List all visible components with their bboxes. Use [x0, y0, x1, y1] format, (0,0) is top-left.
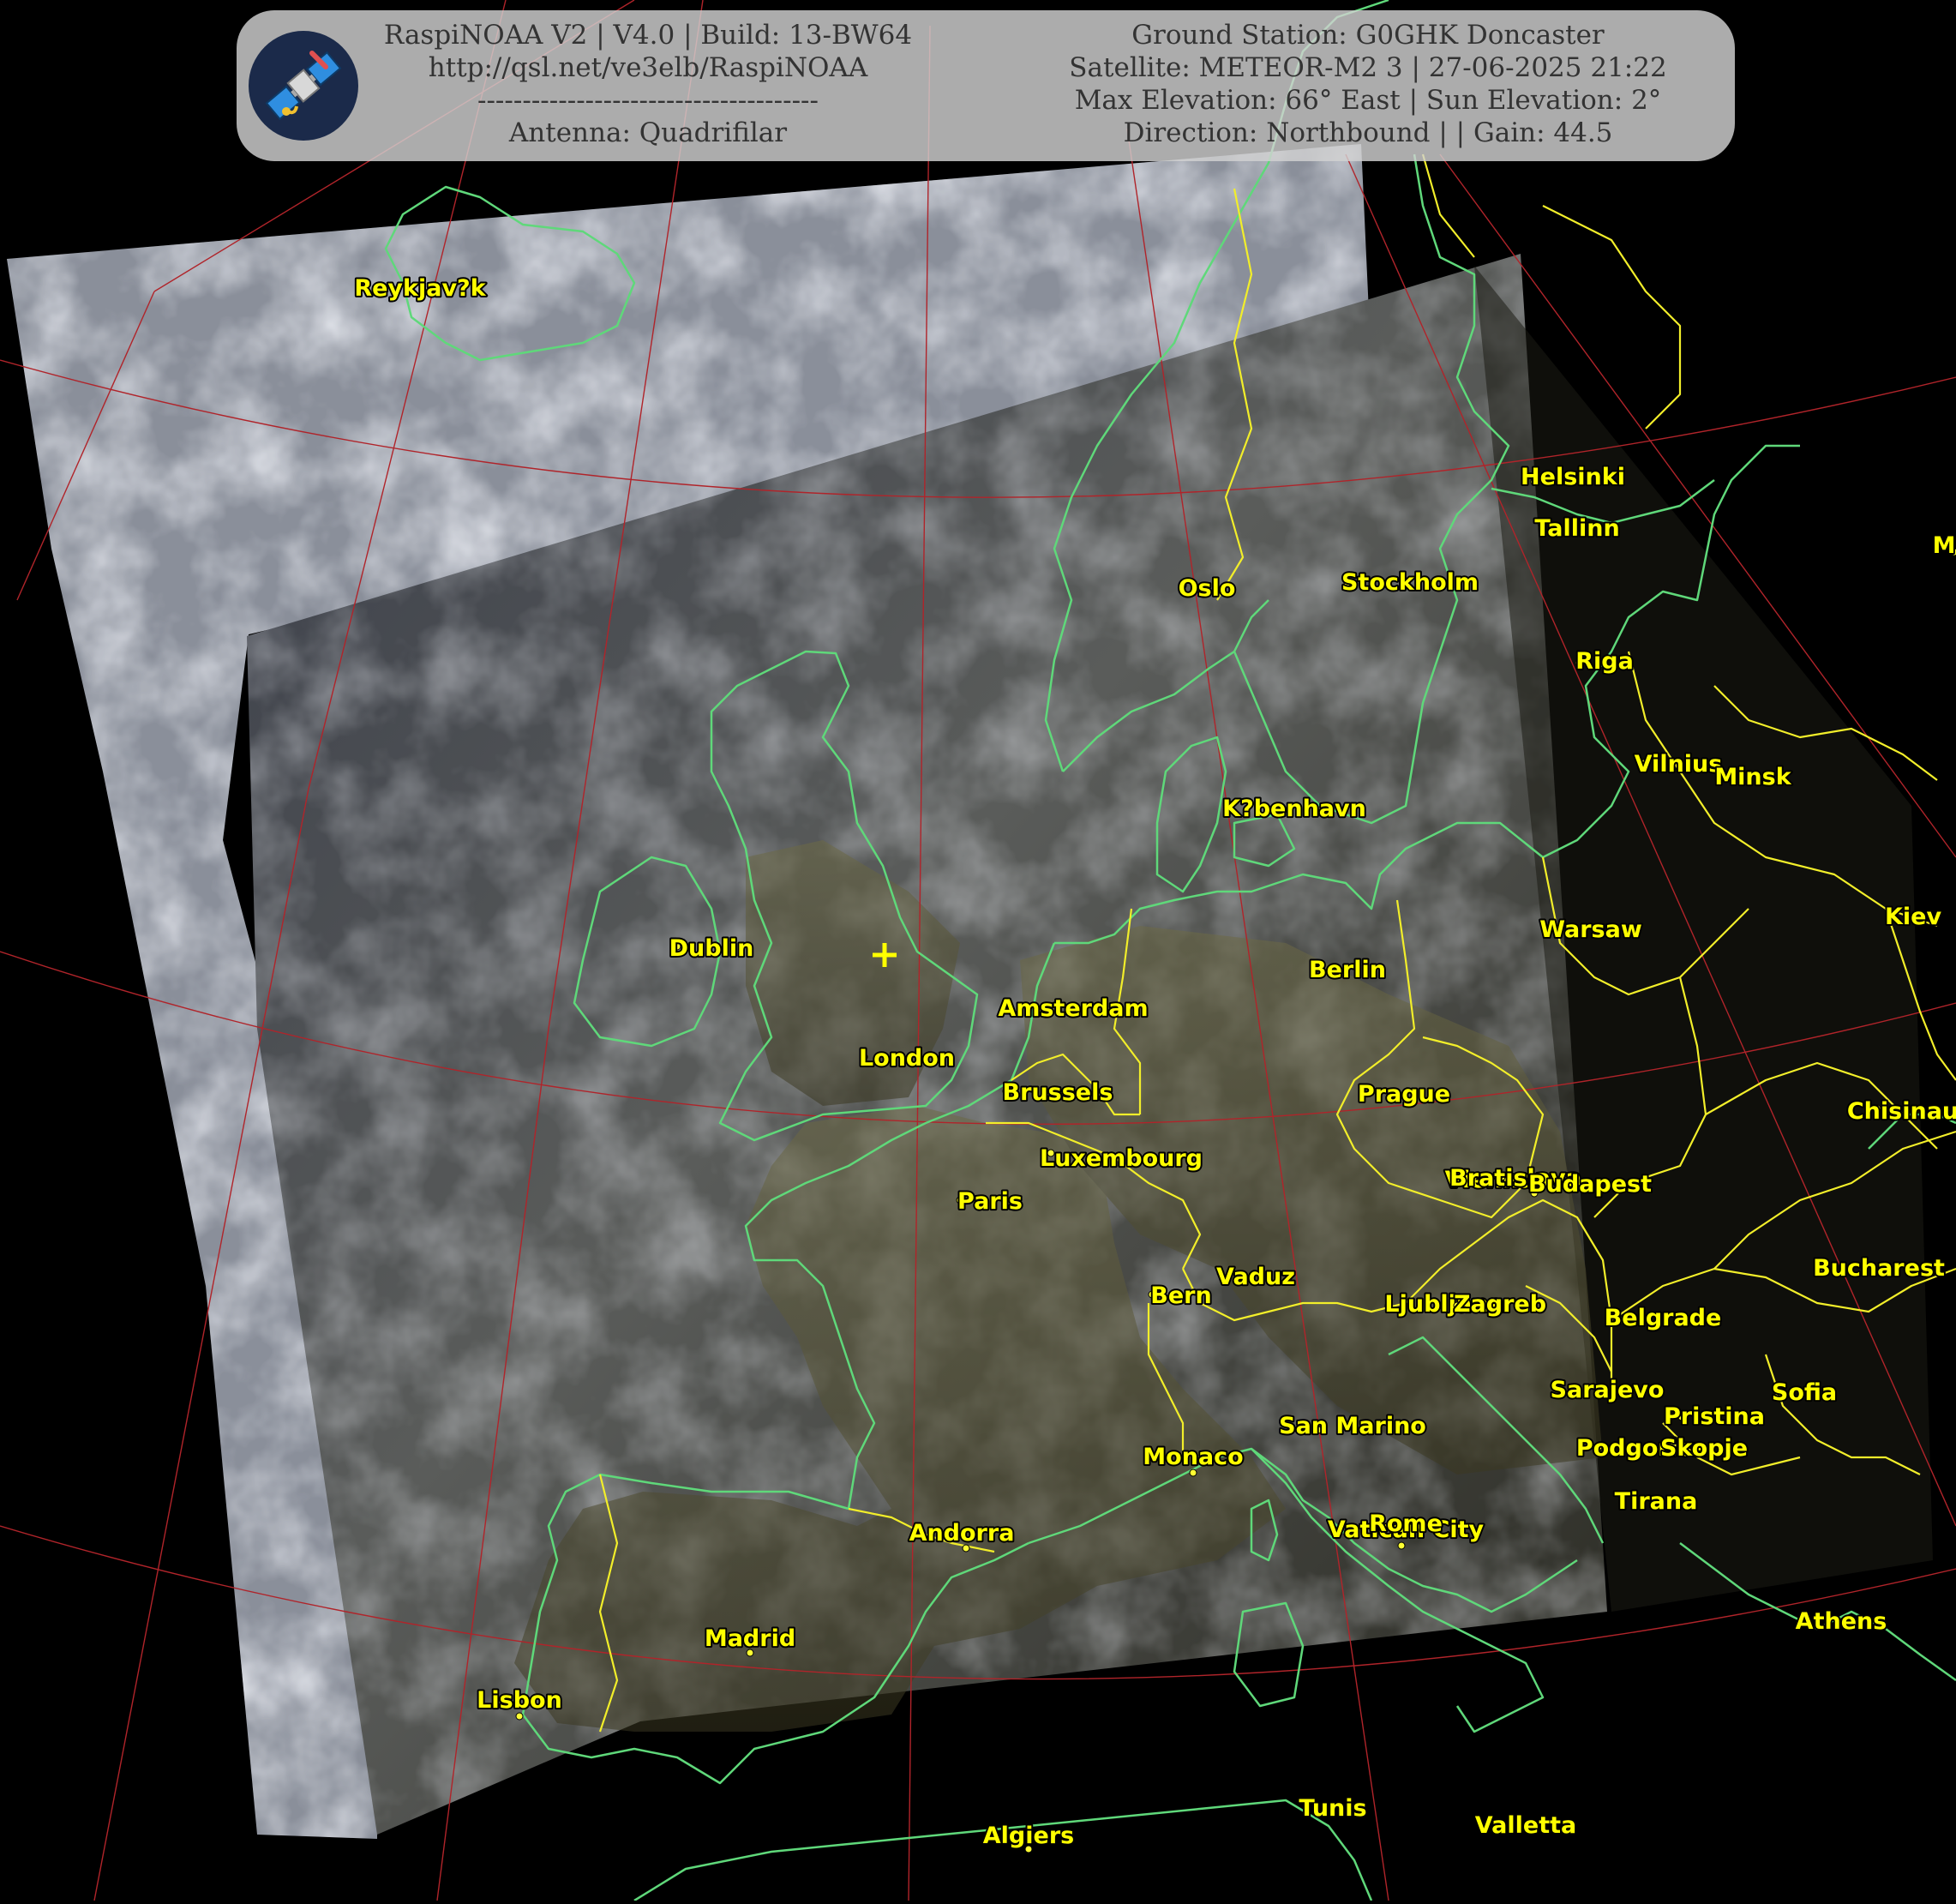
city-stockholm: Stockholm	[1340, 568, 1480, 598]
city-label: Amsterdam	[998, 995, 1148, 1022]
city-label: Budapest	[1528, 1171, 1652, 1198]
separator-line: --------------------------------------	[477, 85, 819, 116]
city-marker	[1189, 1469, 1197, 1477]
city-skopje: Skopje	[1659, 1433, 1749, 1463]
satellite-icon	[245, 27, 362, 144]
city-label: Dublin	[669, 935, 754, 962]
info-panel: RaspiNOAA V2 | V4.0 | Build: 13-BW64 htt…	[237, 10, 1735, 161]
city-luxembourg: Luxembourg	[1038, 1144, 1204, 1174]
elevation-info: Max Elevation: 66° East | Sun Elevation:…	[1074, 85, 1662, 116]
city-dublin: Dublin	[668, 934, 756, 964]
map-canvas: Reykjav?k Helsinki Tallinn Oslo Stockholm Rig…	[0, 0, 1956, 1902]
city-sarajevo: Sarajevo	[1549, 1375, 1666, 1405]
direction-gain: Direction: Northbound | | Gain: 44.5	[1123, 117, 1613, 148]
city-brussels: Brussels	[1001, 1078, 1115, 1108]
city-label: Belgrade	[1605, 1305, 1722, 1331]
city-label: Oslo	[1179, 575, 1236, 602]
city-pristina: Pristina	[1662, 1402, 1767, 1432]
city-vaduz: Vaduz	[1215, 1262, 1297, 1292]
city-label: Algiers	[983, 1823, 1074, 1849]
city-label: Luxembourg	[1040, 1145, 1203, 1172]
city-label: Stockholm	[1341, 569, 1479, 596]
city-label: London	[859, 1045, 955, 1072]
city-reykjav-k: Reykjav?k	[352, 273, 488, 303]
city-label: Riga	[1575, 648, 1634, 675]
city-label: Bern	[1150, 1282, 1211, 1309]
antenna-info: Antenna: Quadrifilar	[508, 117, 788, 148]
city-label: Madrid	[705, 1625, 795, 1652]
city-label: Tunis	[1299, 1795, 1366, 1822]
city-label: M	[1933, 532, 1956, 559]
city-label: Athens	[1796, 1608, 1887, 1635]
city-chisinau: Chisinau	[1845, 1096, 1956, 1126]
city-label: Kiev	[1885, 904, 1941, 930]
city-algiers: Algiers	[981, 1821, 1076, 1853]
city-k-benhavn: K?benhavn	[1221, 794, 1368, 824]
city-label: Bucharest	[1813, 1255, 1945, 1282]
city-belgrade: Belgrade	[1603, 1303, 1724, 1333]
city-minsk: Minsk	[1713, 762, 1793, 792]
city-label: Vilnius	[1635, 751, 1723, 778]
city-riga: Riga	[1574, 646, 1635, 676]
city-label: San Marino	[1279, 1413, 1426, 1439]
city-zagreb: Zagreb	[1452, 1289, 1548, 1319]
city-marker	[515, 1712, 524, 1721]
city-paris: Paris	[956, 1186, 1024, 1216]
city-label: Minsk	[1714, 764, 1791, 790]
city-valletta: Valletta	[1473, 1811, 1579, 1841]
city-sofia: Sofia	[1770, 1378, 1839, 1408]
city-label: Pristina	[1664, 1403, 1765, 1430]
city-bucharest: Bucharest	[1811, 1253, 1947, 1283]
software-version: RaspiNOAA V2 | V4.0 | Build: 13-BW64	[383, 20, 913, 51]
city-label: Andorra	[909, 1520, 1015, 1547]
city-london: London	[857, 1043, 957, 1073]
city-m: M	[1931, 531, 1956, 561]
city-warsaw: Warsaw	[1538, 915, 1644, 945]
city-prague: Prague	[1356, 1079, 1452, 1109]
ground-station: Ground Station: G0GHK Doncaster	[1131, 20, 1605, 51]
station-info-left: RaspiNOAA V2 | V4.0 | Build: 13-BW64 htt…	[382, 19, 914, 149]
city-label: Warsaw	[1539, 916, 1642, 943]
city-label: Sarajevo	[1551, 1377, 1665, 1403]
satellite-datetime: Satellite: METEOR-M2 3 | 27-06-2025 21:2…	[1069, 52, 1667, 83]
city-label: K?benhavn	[1222, 796, 1366, 822]
city-label: Sofia	[1772, 1379, 1837, 1406]
city-label: Paris	[957, 1188, 1023, 1215]
city-label: Vaduz	[1216, 1264, 1295, 1290]
satellite-map: Reykjav?k Helsinki Tallinn Oslo Stockholm Rig…	[0, 0, 1956, 1902]
city-san-marino: San Marino	[1277, 1411, 1428, 1441]
city-marker	[1397, 1541, 1406, 1550]
city-label: Tallinn	[1534, 515, 1619, 542]
city-label: Lisbon	[477, 1687, 562, 1714]
city-label: Berlin	[1309, 957, 1386, 983]
city-bern: Bern	[1148, 1281, 1214, 1311]
city-kiev: Kiev	[1883, 902, 1943, 932]
city-label: Rome	[1369, 1511, 1443, 1537]
city-label: Reykjav?k	[354, 275, 486, 302]
city-berlin: Berlin	[1307, 955, 1388, 985]
city-athens: Athens	[1794, 1607, 1889, 1637]
city-amsterdam: Amsterdam	[996, 994, 1149, 1024]
city-label: Helsinki	[1521, 464, 1625, 490]
city-label: Prague	[1358, 1081, 1450, 1108]
city-tirana: Tirana	[1613, 1487, 1700, 1517]
city-helsinki: Helsinki	[1519, 462, 1627, 492]
city-tunis: Tunis	[1297, 1793, 1368, 1823]
city-label: Valletta	[1475, 1812, 1577, 1839]
city-label: Monaco	[1143, 1444, 1243, 1470]
city-label: Brussels	[1003, 1079, 1113, 1106]
city-label: Zagreb	[1454, 1291, 1546, 1318]
city-budapest: Budapest	[1527, 1169, 1653, 1199]
city-label: Chisinau	[1847, 1098, 1956, 1125]
pass-info-right: Ground Station: G0GHK Doncaster Satellit…	[1025, 19, 1711, 149]
city-label: Tirana	[1615, 1488, 1698, 1515]
project-url: http://qsl.net/ve3elb/RaspiNOAA	[428, 52, 868, 83]
city-vilnius: Vilnius	[1633, 749, 1725, 779]
city-label: Skopje	[1660, 1435, 1748, 1462]
city-tallinn: Tallinn	[1533, 514, 1621, 544]
city-oslo: Oslo	[1177, 574, 1238, 604]
city-madrid: Madrid	[703, 1624, 797, 1657]
